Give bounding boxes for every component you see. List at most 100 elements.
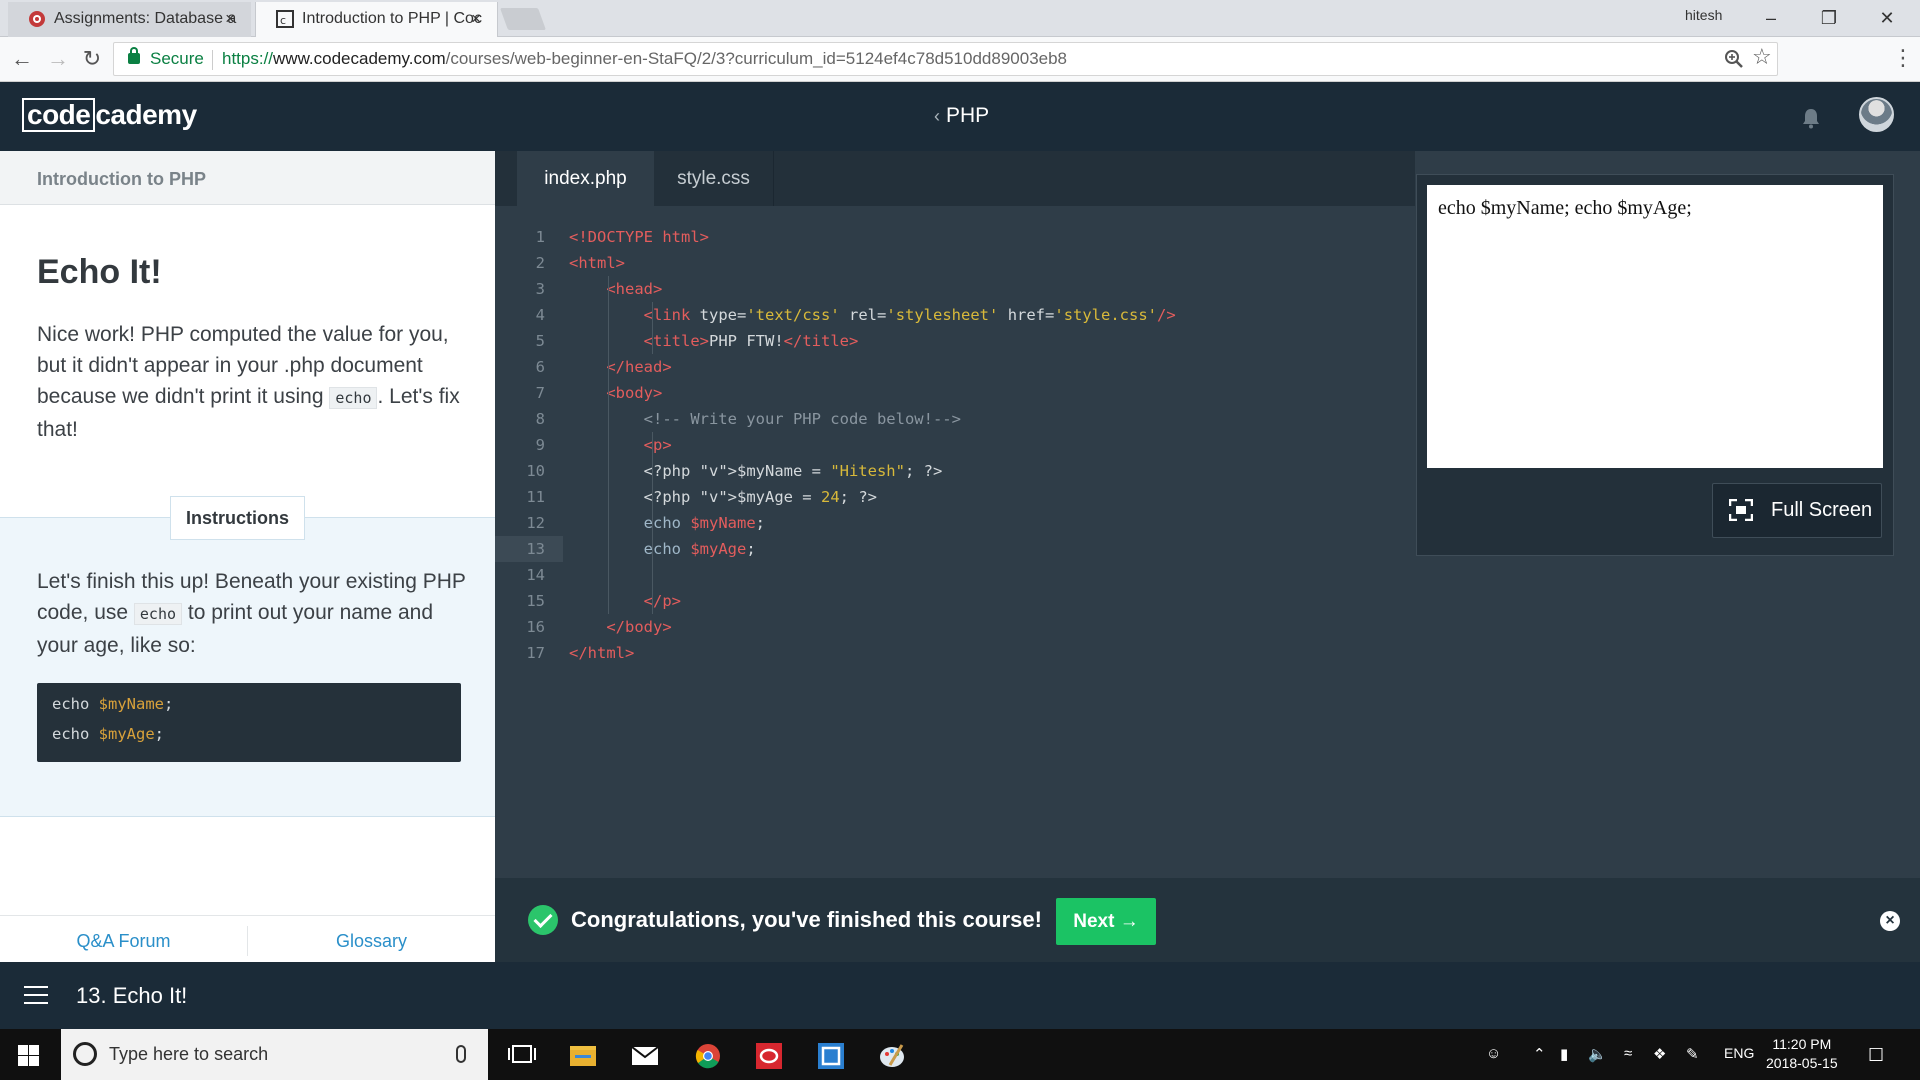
code-line[interactable]: 2 <html> <box>495 250 1415 276</box>
chevron-up-icon[interactable]: ⌃ <box>1533 1045 1546 1063</box>
code-line[interactable]: 9 <p> <box>495 432 1415 458</box>
line-number: 14 <box>526 566 545 584</box>
url-scheme: https:// <box>222 49 274 68</box>
code-line[interactable]: 14 <box>495 562 1415 588</box>
current-exercise-label[interactable]: 13. Echo It! <box>76 983 187 1009</box>
volume-muted-icon[interactable]: 🔈 <box>1588 1045 1607 1063</box>
logo-rest-text: cademy <box>95 99 197 130</box>
codecademy-logo[interactable]: code cademy <box>22 98 197 134</box>
tab-title: Introduction to PHP | Coc <box>302 10 482 27</box>
line-number: 16 <box>526 618 545 636</box>
tab-style-css[interactable]: style.css <box>654 151 774 206</box>
code-line[interactable]: 10 <?php "v">$myName = "Hitesh"; ?> <box>495 458 1415 484</box>
bookmark-star-icon[interactable]: ☆ <box>1752 44 1772 70</box>
browser-tab-assignments[interactable]: Assignments: Database a × <box>8 2 251 37</box>
new-tab-button[interactable] <box>499 8 547 30</box>
lesson-panel: Introduction to PHP Echo It! Nice work! … <box>0 151 495 962</box>
full-screen-button[interactable]: Full Screen <box>1712 483 1882 538</box>
taskbar-search-box[interactable]: Type here to search <box>61 1029 488 1080</box>
reload-icon[interactable]: ↻ <box>78 45 106 73</box>
code-text: <title>PHP FTW!</title> <box>643 332 859 350</box>
indent-guide <box>652 302 653 354</box>
action-center-icon[interactable]: ☐ <box>1868 1045 1884 1066</box>
language-indicator[interactable]: ENG <box>1724 1045 1754 1061</box>
line-number: 11 <box>526 488 545 506</box>
code-text: <link type='text/css' rel='stylesheet' h… <box>643 306 1176 324</box>
tab-index-php[interactable]: index.php <box>517 151 654 206</box>
microphone-icon[interactable] <box>456 1045 466 1063</box>
line-number: 2 <box>535 254 545 272</box>
close-banner-icon[interactable]: × <box>1880 911 1900 931</box>
code-line[interactable]: 13 echo $myAge; <box>495 536 1415 562</box>
url-text: https://www.codecademy.com/courses/web-b… <box>222 43 1067 75</box>
chrome-icon[interactable] <box>682 1037 734 1080</box>
code-line[interactable]: 6 </head> <box>495 354 1415 380</box>
clock-date: 2018-05-15 <box>1766 1055 1838 1071</box>
restore-icon[interactable]: ❐ <box>1816 5 1842 31</box>
code-line[interactable]: 12 echo $myName; <box>495 510 1415 536</box>
code-area[interactable]: 1 <!DOCTYPE html> 2 <html> 3 <head> 4 <link t… <box>495 224 1415 666</box>
window-user-label: hitesh <box>1685 7 1723 23</box>
clock[interactable]: 11:20 PM 2018-05-15 <box>1766 1035 1838 1073</box>
code-line[interactable]: 17 </html> <box>495 640 1415 666</box>
code-line[interactable]: 5 <title>PHP FTW!</title> <box>495 328 1415 354</box>
code-text: echo $myAge; <box>643 540 756 558</box>
instructions-text: Let's finish this up! Beneath your exist… <box>37 566 467 661</box>
glossary-link[interactable]: Glossary <box>248 916 495 966</box>
search-placeholder: Type here to search <box>109 1044 269 1064</box>
course-title: PHP <box>946 104 990 127</box>
minimize-icon[interactable]: – <box>1758 5 1784 31</box>
pen-icon[interactable]: ✎ <box>1686 1045 1699 1063</box>
chrome-menu-icon[interactable]: ⋮ <box>1892 45 1914 71</box>
browser-toolbar: ← → ↻ Secure https://www.codecademy.com/… <box>0 37 1920 82</box>
course-menu-button[interactable]: ‹ PHP <box>934 104 989 128</box>
indent-guide <box>652 432 653 614</box>
file-explorer-icon[interactable] <box>557 1037 609 1080</box>
bracket-app-icon[interactable] <box>805 1037 857 1080</box>
battery-icon[interactable]: ▮ <box>1560 1045 1568 1063</box>
lesson-footer: Q&A Forum Glossary <box>0 915 495 962</box>
notification-bell-icon[interactable] <box>1800 107 1822 129</box>
tab-close-icon[interactable]: × <box>225 2 235 35</box>
line-number: 9 <box>535 436 545 454</box>
code-line[interactable]: 16 </body> <box>495 614 1415 640</box>
code-line[interactable]: 4 <link type='text/css' rel='stylesheet'… <box>495 302 1415 328</box>
avatar[interactable] <box>1859 97 1894 132</box>
code-line[interactable]: 8 <!-- Write your PHP code below!--> <box>495 406 1415 432</box>
code-snippet: echo $myName; echo $myAge; <box>37 683 461 762</box>
menu-icon[interactable] <box>24 986 48 1004</box>
code-line[interactable]: 11 <?php "v">$myAge = 24; ?> <box>495 484 1415 510</box>
address-bar[interactable]: Secure https://www.codecademy.com/course… <box>113 42 1778 76</box>
code-text: <html> <box>569 254 626 272</box>
tab-close-icon[interactable]: × <box>471 2 481 35</box>
code-line[interactable]: 15 </p> <box>495 588 1415 614</box>
lesson-section-title: Introduction to PHP <box>37 169 206 189</box>
people-icon[interactable]: ☺ <box>1486 1045 1501 1062</box>
next-button[interactable]: Next → <box>1056 898 1156 945</box>
back-icon[interactable]: ← <box>8 45 36 73</box>
cortana-icon <box>73 1042 97 1066</box>
mail-icon[interactable] <box>619 1037 671 1080</box>
lock-icon <box>128 47 140 64</box>
windows-start-icon[interactable] <box>18 1045 39 1066</box>
paint-icon[interactable] <box>866 1037 918 1080</box>
qa-forum-link[interactable]: Q&A Forum <box>0 916 247 966</box>
asu-logo-icon <box>29 11 45 27</box>
browser-tab-codecademy[interactable]: c Introduction to PHP | Coc × <box>255 2 498 37</box>
code-line[interactable]: 1 <!DOCTYPE html> <box>495 224 1415 250</box>
close-icon[interactable]: ✕ <box>1874 5 1900 31</box>
code-text: <?php "v">$myAge = 24; ?> <box>569 488 877 506</box>
code-editor[interactable]: index.php style.css 1 <!DOCTYPE html> 2 <ht… <box>495 151 1415 878</box>
creative-cloud-icon[interactable] <box>743 1037 795 1080</box>
code-line[interactable]: 7 <body> <box>495 380 1415 406</box>
instructions-tab[interactable]: Instructions <box>170 496 305 540</box>
code-line[interactable]: 3 <head> <box>495 276 1415 302</box>
dropbox-icon[interactable]: ❖ <box>1653 1045 1666 1063</box>
zoom-icon[interactable] <box>1724 49 1744 69</box>
task-view-icon[interactable] <box>496 1037 548 1080</box>
wifi-icon[interactable]: ≈ <box>1624 1045 1632 1062</box>
instructions-panel: Instructions Let's finish this up! Benea… <box>0 496 495 817</box>
forward-icon[interactable]: → <box>44 45 72 73</box>
checkmark-icon <box>528 905 558 935</box>
preview-output: echo $myName; echo $myAge; <box>1427 185 1883 468</box>
